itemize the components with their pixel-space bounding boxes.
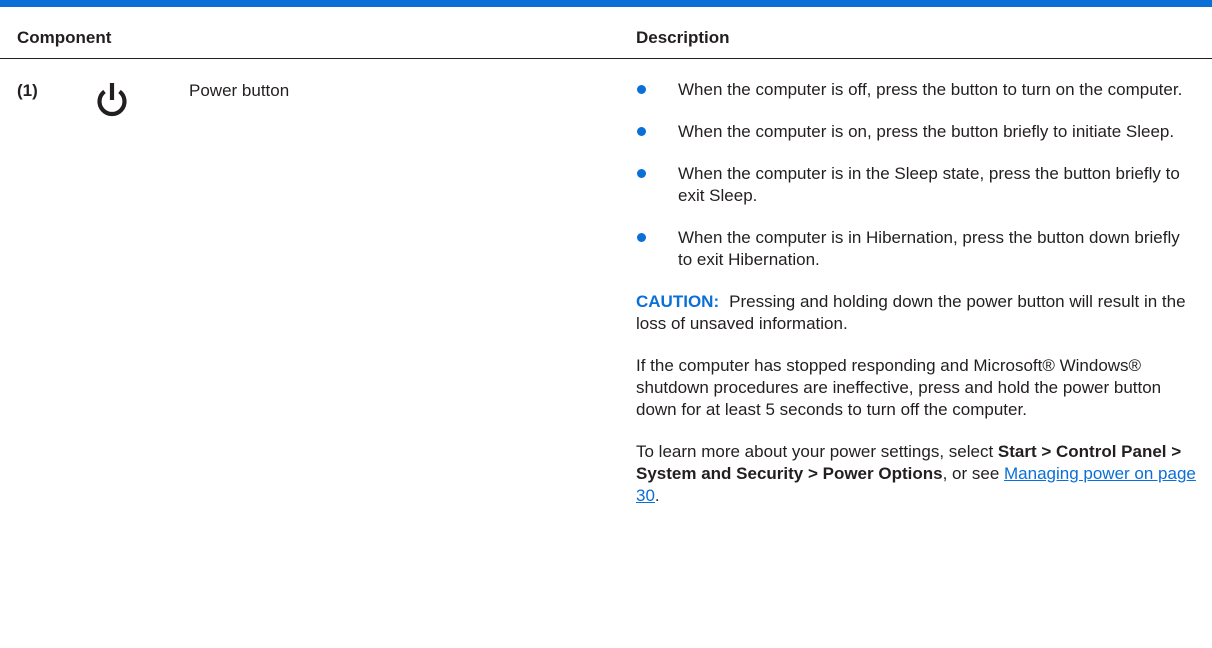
settings-note: To learn more about your power settings,… xyxy=(636,441,1196,507)
header-component: Component xyxy=(17,28,112,47)
settings-prefix: To learn more about your power settings,… xyxy=(636,442,998,461)
bullet-item: When the computer is in the Sleep state,… xyxy=(636,163,1196,207)
component-name: Power button xyxy=(189,81,290,100)
description-cell: When the computer is off, press the butt… xyxy=(636,79,1196,527)
power-icon xyxy=(97,83,127,117)
bullet-item: When the computer is on, press the butto… xyxy=(636,121,1196,143)
bullet-item: When the computer is in Hibernation, pre… xyxy=(636,227,1196,271)
header-description: Description xyxy=(636,28,730,47)
settings-middle: , or see xyxy=(942,464,1004,483)
bullet-dot xyxy=(637,169,646,178)
header-divider xyxy=(0,58,1212,59)
bullet-dot xyxy=(637,127,646,136)
settings-suffix: . xyxy=(654,486,660,505)
bullet-item: When the computer is off, press the butt… xyxy=(636,79,1196,101)
row-number: (1) xyxy=(17,81,38,100)
bullet-text: When the computer is in Hibernation, pre… xyxy=(678,228,1180,269)
top-rule xyxy=(0,0,1212,7)
unresponsive-note: If the computer has stopped responding a… xyxy=(636,356,1162,419)
bullet-dot xyxy=(637,85,646,94)
bullet-text: When the computer is on, press the butto… xyxy=(678,122,1175,141)
bullet-dot xyxy=(637,233,646,242)
bullet-text: When the computer is in the Sleep state,… xyxy=(678,164,1180,205)
caution-note: CAUTION: Pressing and holding down the po… xyxy=(636,291,1196,335)
bullet-text: When the computer is off, press the butt… xyxy=(678,80,1183,99)
caution-label: CAUTION: xyxy=(636,292,720,311)
